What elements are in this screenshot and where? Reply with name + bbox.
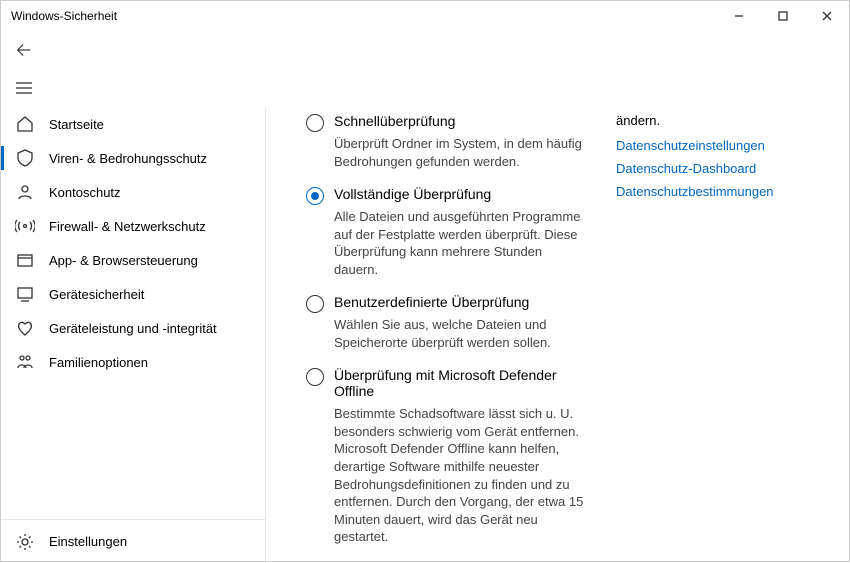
sidebar-item-label: Gerätesicherheit xyxy=(49,287,144,302)
sidebar-item-firewall[interactable]: Firewall- & Netzwerkschutz xyxy=(1,209,265,243)
window-title: Windows-Sicherheit xyxy=(11,9,717,23)
gear-icon xyxy=(15,532,35,552)
link-privacy-policy[interactable]: Datenschutzbestimmungen xyxy=(616,184,816,199)
sidebar-item-family[interactable]: Familienoptionen xyxy=(1,345,265,379)
sidebar-item-label: Einstellungen xyxy=(49,534,127,549)
app-icon xyxy=(15,250,35,270)
option-title: Überprüfung mit Microsoft Defender Offli… xyxy=(334,367,586,399)
option-desc: Überprüft Ordner im System, in dem häufi… xyxy=(334,135,586,170)
sidebar-item-label: Kontoschutz xyxy=(49,185,121,200)
hamburger-button[interactable] xyxy=(16,81,32,98)
network-icon xyxy=(15,216,35,236)
radio-icon xyxy=(306,295,324,313)
option-title: Benutzerdefinierte Überprüfung xyxy=(334,294,529,310)
option-desc: Wählen Sie aus, welche Dateien und Speic… xyxy=(334,316,586,351)
main-container: Startseite Viren- & Bedrohungsschutz Kon… xyxy=(1,107,849,563)
sidebar-item-label: Familienoptionen xyxy=(49,355,148,370)
radio-icon xyxy=(306,187,324,205)
family-icon xyxy=(15,352,35,372)
radio-option-full[interactable]: Vollständige Überprüfung xyxy=(306,186,586,208)
sidebar-item-label: Firewall- & Netzwerkschutz xyxy=(49,219,206,234)
content: Schnellüberprüfung Überprüft Ordner im S… xyxy=(266,107,849,563)
sidebar-item-label: Startseite xyxy=(49,117,104,132)
radio-icon xyxy=(306,368,324,386)
option-desc: Bestimmte Schadsoftware lässt sich u. U.… xyxy=(334,405,586,545)
close-button[interactable] xyxy=(805,1,849,31)
sidebar-item-settings[interactable]: Einstellungen xyxy=(1,519,265,563)
right-column: ändern. Datenschutzeinstellungen Datensc… xyxy=(616,113,816,563)
radio-option-quick[interactable]: Schnellüberprüfung xyxy=(306,113,586,135)
sidebar-item-label: App- & Browsersteuerung xyxy=(49,253,198,268)
minimize-button[interactable] xyxy=(717,1,761,31)
sidebar-item-device[interactable]: Gerätesicherheit xyxy=(1,277,265,311)
titlebar: Windows-Sicherheit xyxy=(1,1,849,31)
sidebar-item-home[interactable]: Startseite xyxy=(1,107,265,141)
sidebar-item-health[interactable]: Geräteleistung und -integrität xyxy=(1,311,265,345)
back-row xyxy=(1,31,849,71)
sidebar-item-virus[interactable]: Viren- & Bedrohungsschutz xyxy=(1,141,265,175)
radio-option-custom[interactable]: Benutzerdefinierte Überprüfung xyxy=(306,294,586,316)
right-text: ändern. xyxy=(616,113,816,128)
sidebar-item-account[interactable]: Kontoschutz xyxy=(1,175,265,209)
heart-icon xyxy=(15,318,35,338)
link-privacy-settings[interactable]: Datenschutzeinstellungen xyxy=(616,138,816,153)
person-icon xyxy=(15,182,35,202)
option-desc: Alle Dateien und ausgeführten Programme … xyxy=(334,208,586,278)
window-controls xyxy=(717,1,849,31)
maximize-button[interactable] xyxy=(761,1,805,31)
link-privacy-dashboard[interactable]: Datenschutz-Dashboard xyxy=(616,161,816,176)
shield-icon xyxy=(15,148,35,168)
radio-option-offline[interactable]: Überprüfung mit Microsoft Defender Offli… xyxy=(306,367,586,405)
sidebar-item-app[interactable]: App- & Browsersteuerung xyxy=(1,243,265,277)
sidebar: Startseite Viren- & Bedrohungsschutz Kon… xyxy=(1,107,266,563)
device-icon xyxy=(15,284,35,304)
sidebar-item-label: Geräteleistung und -integrität xyxy=(49,321,217,336)
hamburger-row xyxy=(1,71,849,107)
back-button[interactable] xyxy=(15,41,33,62)
nav-list: Startseite Viren- & Bedrohungsschutz Kon… xyxy=(1,107,265,519)
radio-icon xyxy=(306,114,324,132)
home-icon xyxy=(15,114,35,134)
option-title: Schnellüberprüfung xyxy=(334,113,455,129)
scan-options: Schnellüberprüfung Überprüft Ordner im S… xyxy=(306,113,586,563)
option-title: Vollständige Überprüfung xyxy=(334,186,491,202)
sidebar-item-label: Viren- & Bedrohungsschutz xyxy=(49,151,207,166)
